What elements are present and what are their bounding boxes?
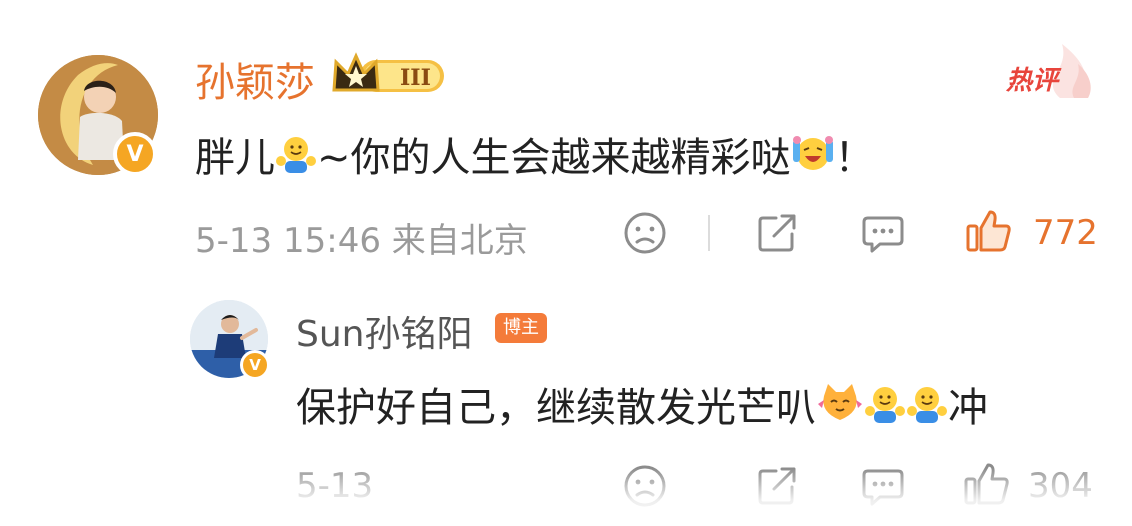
comment-timestamp: 5-13 15:46 [195, 221, 381, 261]
comment-text-part-3: ！ [834, 135, 875, 181]
share-icon[interactable] [754, 210, 800, 256]
comment-like-count: 772 [1033, 213, 1098, 253]
hug-emoji-icon-2 [865, 387, 905, 423]
reply-text-part-1: 保护好自己，继续散发光芒叭 [296, 385, 816, 431]
comment-bubble-icon[interactable] [860, 210, 906, 256]
verified-badge-icon: V [113, 132, 157, 176]
reply-author-name[interactable]: Sun孙铭阳 [296, 305, 473, 357]
reply-text: 保护好自己，继续散发光芒叭 冲 [296, 375, 988, 433]
action-divider [708, 215, 710, 251]
hot-comment-label: 热评 [1006, 66, 1059, 96]
reply-verified-badge-icon: V [240, 350, 270, 380]
comment-text-part-2: ~你的人生会越来越精彩哒 [317, 135, 791, 181]
comment-author-name[interactable]: 孙颖莎 [195, 50, 315, 108]
comment-text: 胖儿 ~你的人生会越来越精彩哒 ！ [195, 125, 875, 183]
comment-meta: 5-13 15:46 来自北京 [195, 213, 528, 262]
vip-crown-badge-icon: III [330, 50, 448, 100]
cat-emoji-icon [818, 384, 862, 420]
blogger-tag: 博主 [495, 313, 547, 343]
dislike-face-icon[interactable] [622, 210, 668, 256]
laugh-cry-emoji-icon [792, 136, 833, 170]
hug-emoji-icon-3 [907, 387, 947, 423]
hug-emoji-icon [276, 137, 316, 173]
reply-like-thumb-icon[interactable] [962, 459, 1012, 509]
reply-dislike-face-icon[interactable] [622, 463, 668, 509]
reply-comment-bubble-icon[interactable] [860, 463, 906, 509]
reply-text-part-2: 冲 [948, 385, 988, 431]
comment-text-part-1: 胖儿 [195, 135, 275, 181]
comment-location: 来自北京 [391, 221, 528, 261]
reply-timestamp: 5-13 [296, 466, 374, 506]
reply-meta: 5-13 [296, 466, 373, 506]
reply-like-count: 304 [1028, 466, 1093, 506]
vip-level-text: III [400, 65, 431, 91]
reply-share-icon[interactable] [754, 463, 800, 509]
like-thumb-icon-active[interactable] [964, 206, 1014, 256]
